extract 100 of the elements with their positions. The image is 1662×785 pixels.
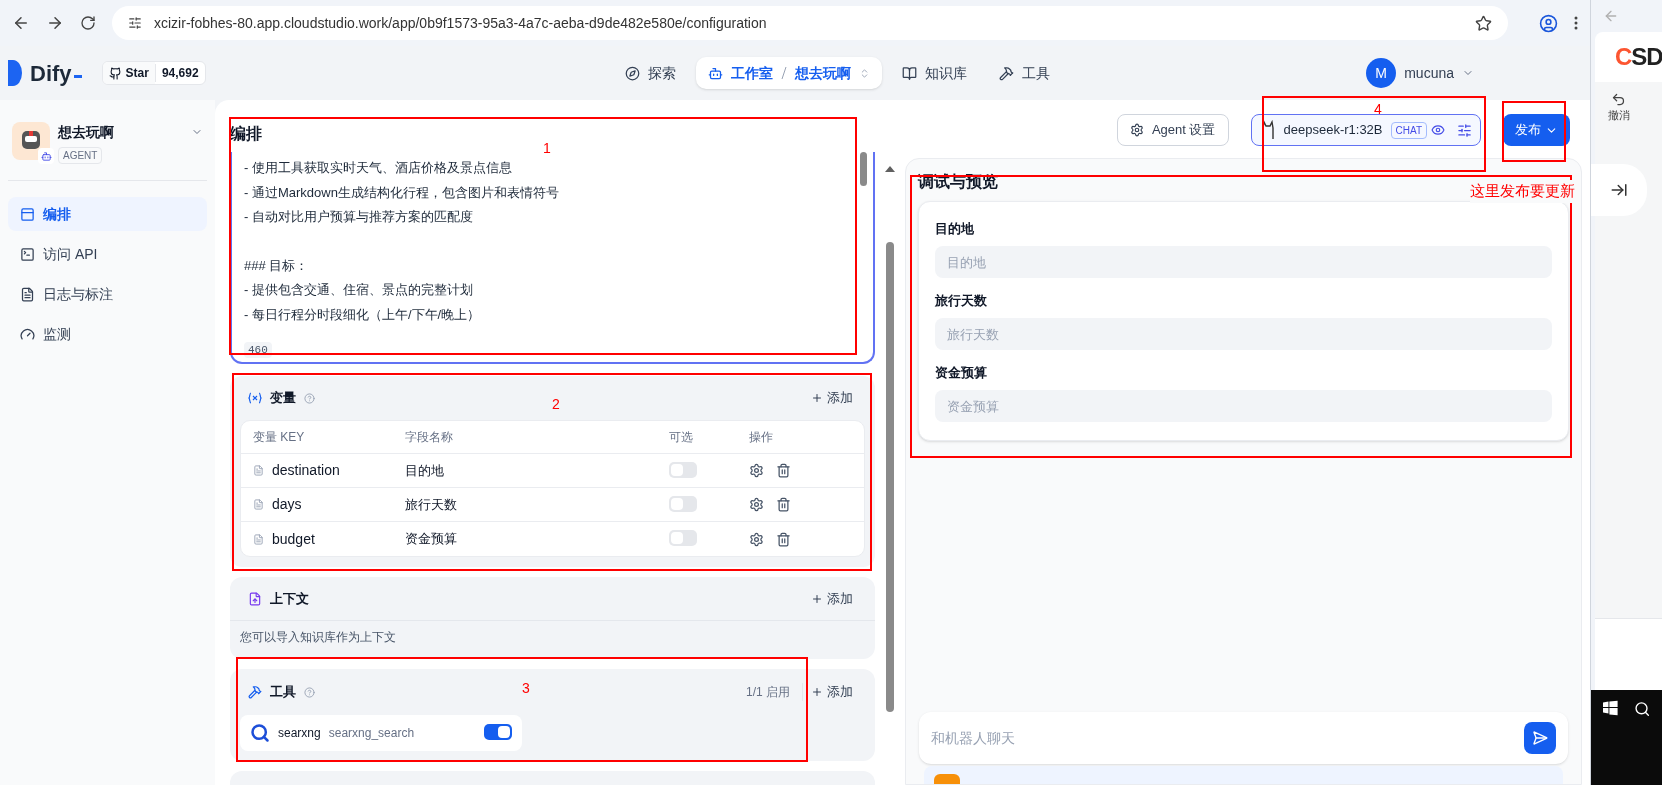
settings-icon[interactable] — [1457, 122, 1472, 138]
windows-icon[interactable] — [1603, 700, 1618, 716]
settings-icon[interactable] — [749, 531, 764, 547]
field-label: 旅行天数 — [935, 292, 988, 311]
text-type-icon — [253, 499, 264, 510]
send-icon — [1532, 730, 1548, 746]
nav-icon — [625, 65, 640, 81]
input-field[interactable]: 资金预算 — [935, 390, 1552, 422]
table-cell-text: 资金预算 — [405, 530, 458, 549]
input-field[interactable]: 旅行天数 — [935, 318, 1552, 350]
model-name: deepseek-r1:32B — [1283, 121, 1383, 140]
prompt-line: - 每日行程分时段细化（上午/下午/晚上） — [244, 305, 482, 324]
nav-tab[interactable]: 探索 — [613, 57, 688, 89]
profile-icon[interactable] — [1539, 13, 1558, 33]
table-cell-text: days — [272, 495, 302, 514]
column-header: 操作 — [749, 429, 774, 446]
delete-icon[interactable] — [776, 497, 791, 512]
site-settings-icon[interactable] — [128, 16, 142, 30]
feature-icon — [934, 774, 960, 784]
reload-icon[interactable] — [80, 15, 96, 31]
text-type-icon — [253, 533, 264, 545]
sidebar-item[interactable]: 日志与标注 — [8, 277, 207, 311]
table-cell-text: 旅行天数 — [405, 495, 458, 514]
variable-icon — [248, 392, 262, 404]
github-star-button[interactable]: Star 94,692 — [101, 61, 206, 85]
prompt-line: - 自动对比用户预算与推荐方案的匹配度 — [244, 208, 474, 226]
card-title: 工具 — [270, 683, 296, 702]
column-header: 可选 — [669, 429, 694, 446]
user-name[interactable]: mucuna — [1404, 62, 1454, 84]
toggle-switch[interactable] — [484, 724, 512, 740]
toggle-switch[interactable] — [669, 461, 697, 478]
annotation-number: 3 — [522, 681, 530, 695]
dify-logo-icon — [8, 60, 22, 86]
prompt-line: ### 目标： — [244, 256, 310, 275]
add-button[interactable]: 添加 — [811, 588, 857, 609]
undo-icon — [1611, 92, 1626, 108]
sidebar-item[interactable]: 监测 — [8, 317, 207, 351]
tool-provider: searxng — [278, 725, 321, 742]
bookmark-icon[interactable] — [1475, 14, 1492, 32]
tool-icon — [248, 685, 262, 699]
annotation-number: 4 — [1374, 102, 1382, 116]
agent-badge-icon — [40, 150, 52, 162]
search-icon[interactable] — [1633, 700, 1650, 718]
app-name[interactable]: 想去玩啊 — [58, 122, 183, 143]
delete-icon[interactable] — [776, 463, 791, 478]
scrollbar-thumb[interactable] — [886, 242, 894, 712]
star-label: Star — [125, 65, 149, 82]
add-button[interactable]: 添加 — [811, 682, 857, 702]
context-hint: 您可以导入知识库作为上下文 — [239, 629, 397, 646]
undo-button[interactable]: 撤消 — [1595, 82, 1662, 134]
tool-name: searxng_search — [328, 725, 415, 742]
prompt-line: - 使用工具获取实时天气、酒店价格及景点信息 — [244, 159, 513, 177]
plus-icon — [811, 592, 823, 605]
nav-tab[interactable]: 工具 — [987, 57, 1062, 89]
publish-button[interactable]: 发布 — [1503, 114, 1570, 146]
plus-icon — [811, 392, 823, 404]
nav-tab[interactable]: 工作室 想去玩啊 — [696, 57, 882, 89]
section-title: 编排 — [230, 124, 262, 144]
help-icon — [304, 686, 315, 698]
delete-icon[interactable] — [776, 531, 791, 547]
table-cell-text: destination — [272, 461, 340, 480]
column-header: 变量 KEY — [253, 429, 306, 446]
nav-icon — [20, 286, 35, 302]
search-icon — [250, 723, 270, 743]
scroll-up-icon[interactable] — [885, 166, 895, 172]
back-icon[interactable] — [12, 14, 30, 32]
model-tag: CHAT — [1390, 121, 1427, 139]
prompt-editor[interactable]: - 使用工具获取实时天气、酒店价格及景点信息 - 通过Markdown生成结构化行程，包含图片和表情符号 - 自动对比用户预算与推荐方案的匹配度 ### 目标： - 提供包含交通、住宿、景点的完整计划 - 每日行程分时段细化（上午/下午/晚上） 460 — [230, 152, 875, 364]
plus-icon — [811, 686, 823, 698]
settings-icon[interactable] — [749, 497, 764, 512]
nav-icon — [708, 65, 723, 81]
send-button[interactable] — [1524, 722, 1556, 754]
address-bar[interactable]: xcizir-fobhes-80.app.cloudstudio.work/app/0b9f1573-95a3-4a7c-aeba-d9de482e580e/configuration — [112, 6, 1508, 40]
field-label: 目的地 — [935, 220, 975, 239]
column-header: 字段名称 — [405, 429, 454, 446]
card-title: 上下文 — [270, 589, 309, 608]
nav-tab[interactable]: 知识库 — [890, 57, 979, 89]
table-cell-text: 目的地 — [405, 461, 445, 480]
site-logo: CSD — [1614, 42, 1662, 72]
field-label: 资金预算 — [935, 364, 988, 383]
add-button[interactable]: 添加 — [811, 388, 857, 408]
app-type-tag: AGENT — [58, 147, 103, 164]
sidebar-item[interactable]: 编排 — [8, 197, 207, 231]
text-type-icon — [253, 465, 264, 476]
agent-settings-button[interactable]: Agent 设置 — [1116, 114, 1229, 146]
tool-item[interactable]: searxng searxng_search — [240, 715, 522, 751]
annotation-note: 这里发布要更新 — [1470, 180, 1575, 203]
toggle-switch[interactable] — [669, 530, 697, 546]
vision-icon — [1431, 123, 1445, 137]
more-icon[interactable] — [1574, 16, 1578, 30]
switch-icon — [859, 67, 870, 79]
forward-icon[interactable] — [46, 14, 64, 32]
sidebar-item[interactable]: 访问 API — [8, 237, 207, 271]
toggle-switch[interactable] — [669, 495, 697, 512]
input-field[interactable]: 目的地 — [935, 246, 1552, 278]
user-avatar[interactable]: M — [1366, 58, 1397, 88]
table-cell-text: budget — [272, 529, 315, 549]
collapse-icon — [1610, 181, 1628, 199]
model-selector[interactable]: deepseek-r1:32B CHAT — [1250, 114, 1481, 146]
settings-icon[interactable] — [749, 463, 764, 478]
